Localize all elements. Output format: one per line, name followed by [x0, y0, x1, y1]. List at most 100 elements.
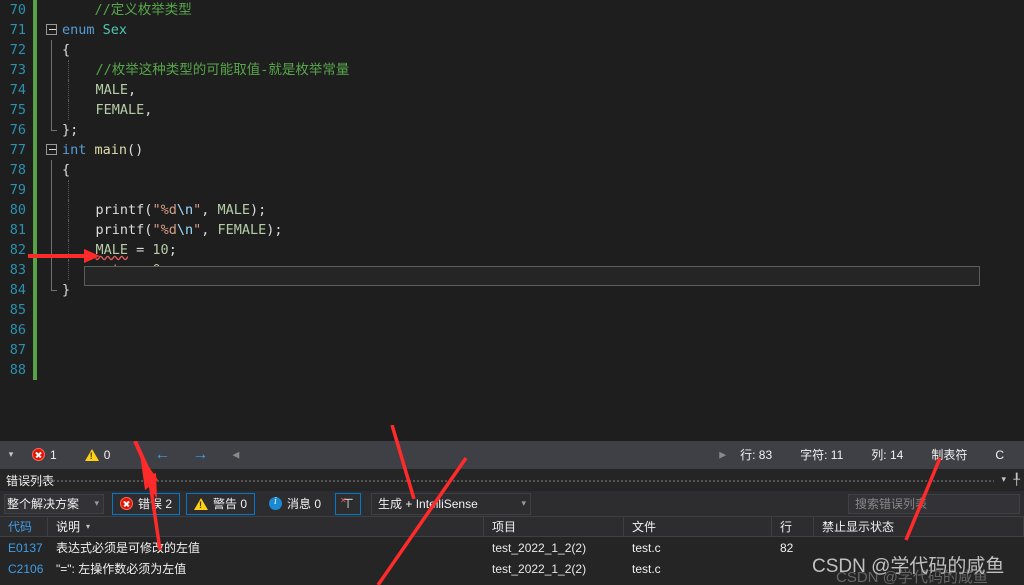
fold-gutter[interactable]	[42, 220, 62, 240]
panel-pin-icon[interactable]: ╀	[1013, 473, 1020, 486]
fold-gutter[interactable]	[42, 120, 62, 140]
code-token: {	[62, 42, 71, 58]
build-filter-combobox[interactable]: 生成 + IntelliSense ▾	[371, 492, 532, 515]
column-header-line[interactable]: 行	[772, 516, 814, 537]
code-token: ;	[160, 262, 169, 278]
code-line[interactable]: 82 MALE = 10;	[0, 240, 1024, 260]
code-line[interactable]: 78 {	[0, 160, 1024, 180]
code-text	[62, 180, 1024, 200]
code-token: 10	[152, 242, 169, 258]
status-error-indicator[interactable]: 1	[32, 448, 57, 462]
code-text: }	[62, 280, 1024, 300]
line-number: 78	[9, 162, 26, 178]
code-line[interactable]: 86	[0, 320, 1024, 340]
messages-filter-button[interactable]: 消息 0	[261, 492, 330, 515]
cell-file: test.c	[632, 540, 661, 555]
fold-gutter[interactable]	[42, 140, 62, 160]
code-line[interactable]: 75 FEMALE,	[0, 100, 1024, 120]
column-header-description[interactable]: 说明 ▾	[48, 516, 484, 537]
code-line[interactable]: 87	[0, 340, 1024, 360]
fold-gutter[interactable]	[42, 0, 62, 20]
code-line[interactable]: 74 MALE,	[0, 80, 1024, 100]
panel-menu-icon[interactable]: ▾	[1001, 474, 1006, 485]
fold-gutter[interactable]	[42, 80, 62, 100]
code-line[interactable]: 70 //定义枚举类型	[0, 0, 1024, 20]
line-number: 72	[9, 42, 26, 58]
status-dropdown-caret[interactable]: ▾	[0, 449, 22, 460]
code-text: printf("%d\n", FEMALE);	[62, 220, 1024, 240]
fold-collapse-icon[interactable]	[46, 144, 57, 155]
save-indicator	[30, 340, 42, 360]
code-token: \n	[176, 202, 194, 218]
fold-gutter[interactable]	[42, 180, 62, 200]
code-line[interactable]: 79	[0, 180, 1024, 200]
code-line[interactable]: 76};	[0, 120, 1024, 140]
cell-description: 表达式必须是可修改的左值	[56, 541, 201, 555]
fold-collapse-icon[interactable]	[46, 24, 57, 35]
errors-filter-button[interactable]: 错误 2	[112, 492, 181, 515]
code-editor[interactable]: 70 //定义枚举类型 71 enum Sex 72 {73 //枚举这种类型的可能取值…	[0, 0, 1024, 441]
code-line[interactable]: 72 {	[0, 40, 1024, 60]
fold-gutter[interactable]	[42, 260, 62, 280]
code-line[interactable]: 84}	[0, 280, 1024, 300]
fold-gutter[interactable]	[42, 100, 62, 120]
indent-guide	[68, 80, 69, 100]
scroll-left-icon[interactable]: ◀	[232, 449, 239, 460]
save-indicator	[30, 180, 42, 200]
warnings-filter-label: 警告 0	[213, 497, 248, 511]
code-line[interactable]: 85	[0, 300, 1024, 320]
fold-gutter[interactable]	[42, 340, 62, 360]
scroll-right-icon[interactable]: ▶	[719, 449, 726, 460]
error-list-title-bar: 错误列表 ▾ ╀	[0, 469, 1024, 491]
code-line[interactable]: 83 return 0;	[0, 260, 1024, 280]
column-header-suppression[interactable]: 禁止显示状态	[814, 516, 1024, 537]
code-line[interactable]: 77 int main()	[0, 140, 1024, 160]
line-number: 85	[9, 302, 26, 318]
column-header-project[interactable]: 项目	[484, 516, 624, 537]
navigate-back-icon[interactable]: ←	[154, 446, 170, 464]
code-line[interactable]: 80 printf("%d\n", MALE);	[0, 200, 1024, 220]
status-warning-indicator[interactable]: 0	[84, 448, 110, 462]
code-token: FEMALE	[217, 222, 267, 238]
code-token: ,	[144, 102, 153, 118]
search-input[interactable]: 搜索错误列表	[848, 493, 1020, 514]
code-token: MALE	[95, 82, 129, 98]
code-text: {	[62, 160, 1024, 180]
navigate-forward-icon[interactable]: →	[192, 446, 208, 464]
code-line[interactable]: 73 //枚举这种类型的可能取值-就是枚举常量	[0, 60, 1024, 80]
code-line[interactable]: 81 printf("%d\n", FEMALE);	[0, 220, 1024, 240]
scope-combobox[interactable]: 整个解决方案 ▾	[4, 493, 104, 514]
column-header-file[interactable]: 文件	[624, 516, 772, 537]
fold-gutter[interactable]	[42, 360, 62, 380]
column-header-description-label: 说明	[56, 520, 81, 534]
code-token: enum	[62, 22, 95, 38]
code-line[interactable]: 71 enum Sex	[0, 20, 1024, 40]
code-token: ,	[201, 202, 218, 218]
fold-gutter[interactable]	[42, 160, 62, 180]
horizontal-scrollbar[interactable]: ◀ ▶	[232, 441, 726, 468]
fold-gutter[interactable]	[42, 20, 62, 40]
fold-gutter[interactable]	[42, 320, 62, 340]
fold-gutter[interactable]	[42, 300, 62, 320]
error-list-toolbar: 整个解决方案 ▾ 错误 2 警告 0 消息 0 ✕ ⊤ 生成 + Intelli…	[0, 491, 1024, 517]
status-encoding: C	[995, 447, 1004, 462]
indent-guide	[68, 220, 69, 240]
line-number: 79	[9, 182, 26, 198]
clear-filter-button[interactable]: ✕ ⊤	[335, 492, 362, 515]
code-token: "	[193, 202, 202, 218]
fold-guide-end	[51, 120, 57, 131]
fold-gutter[interactable]	[42, 200, 62, 220]
fold-gutter[interactable]	[42, 280, 62, 300]
code-token: {	[62, 162, 71, 178]
code-line[interactable]: 88	[0, 360, 1024, 380]
status-line: 行: 83	[740, 448, 773, 462]
fold-gutter[interactable]	[42, 60, 62, 80]
fold-gutter[interactable]	[42, 40, 62, 60]
cell-file: test.c	[632, 561, 661, 576]
code-token: }	[62, 282, 71, 298]
save-indicator	[30, 260, 42, 280]
code-text: };	[62, 120, 1024, 140]
warnings-filter-button[interactable]: 警告 0	[186, 492, 256, 515]
code-lines[interactable]: 70 //定义枚举类型 71 enum Sex 72 {73 //枚举这种类型的可能取值…	[0, 0, 1024, 441]
column-header-code[interactable]: 代码	[0, 516, 48, 537]
